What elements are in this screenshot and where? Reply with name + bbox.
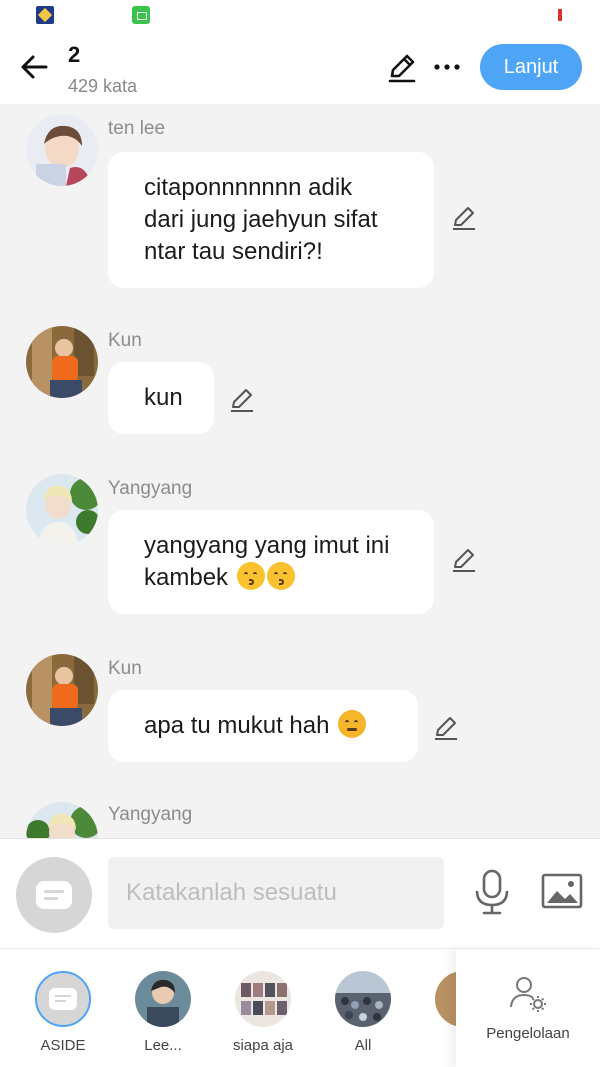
status-bar [0, 0, 600, 32]
notification-app-icon [36, 6, 54, 24]
character-label: ASIDE [40, 1037, 86, 1054]
aside-toggle-button[interactable] [16, 857, 92, 933]
avatar [35, 971, 91, 1027]
kissing-face-emoji [236, 562, 265, 590]
chat-list[interactable]: ten lee citaponnnnnnn adik dari jung jae… [0, 104, 600, 838]
character-siapa-aja[interactable]: siapa aja [218, 949, 308, 1067]
sender-name: Kun [108, 330, 142, 351]
word-count: 429 kata [68, 76, 138, 96]
avatar[interactable] [26, 326, 98, 398]
avatar [335, 971, 391, 1027]
user-settings-icon [510, 977, 546, 1012]
manage-label: Pengelolaan [486, 1025, 570, 1042]
character-aside[interactable]: ASIDE [18, 949, 108, 1067]
battery-icon [558, 9, 562, 21]
message-text: yangyang yang imut ini kambek [144, 532, 390, 591]
sender-name: ten lee [108, 118, 166, 139]
microphone-icon[interactable] [474, 869, 510, 915]
notification-android-icon [132, 6, 150, 24]
message-bubble[interactable]: citaponnnnnnn adik dari jung jaehyun sif… [108, 152, 434, 288]
character-label: siapa aja [232, 1037, 294, 1054]
composer-bar [0, 838, 600, 948]
chat-bubble-icon [36, 881, 72, 909]
story-title: 2 [68, 42, 81, 67]
avatar[interactable] [26, 654, 98, 726]
sender-name: Yangyang [108, 478, 193, 499]
back-arrow-icon[interactable] [18, 50, 52, 84]
avatar[interactable] [26, 802, 98, 838]
message-input[interactable] [108, 857, 444, 929]
message-text: apa tu mukut hah [144, 712, 330, 739]
avatar [235, 971, 291, 1027]
next-button[interactable]: Lanjut [480, 44, 582, 90]
avatar[interactable] [26, 474, 98, 546]
character-label: All [354, 1037, 372, 1054]
message-bubble[interactable]: yangyang yang imut ini kambek [108, 510, 434, 614]
kissing-face-emoji [266, 562, 295, 590]
face-with-steam-emoji [338, 710, 367, 738]
character-lee[interactable]: Lee... [118, 949, 208, 1067]
chat-bubble-icon [49, 988, 77, 1010]
message-bubble[interactable]: kun [108, 362, 214, 434]
more-options-icon[interactable] [432, 52, 462, 82]
avatar[interactable] [26, 114, 98, 186]
message-bubble[interactable]: apa tu mukut hah [108, 690, 418, 762]
character-all[interactable]: All [318, 949, 408, 1067]
image-icon[interactable] [541, 873, 583, 909]
pencil-icon[interactable] [386, 52, 418, 84]
avatar [135, 971, 191, 1027]
edit-message-icon[interactable] [432, 714, 460, 742]
edit-message-icon[interactable] [450, 546, 478, 574]
top-app-bar: 2 429 kata Lanjut [0, 32, 600, 104]
edit-message-icon[interactable] [228, 386, 256, 414]
manage-button[interactable]: Pengelolaan [456, 949, 600, 1067]
sender-name: Kun [108, 658, 142, 679]
character-bar: ASIDE Lee... siapa aja All K Pengelolaan [0, 948, 600, 1067]
sender-name: Yangyang [108, 804, 193, 825]
character-label: Lee... [144, 1037, 182, 1054]
edit-message-icon[interactable] [450, 204, 478, 232]
